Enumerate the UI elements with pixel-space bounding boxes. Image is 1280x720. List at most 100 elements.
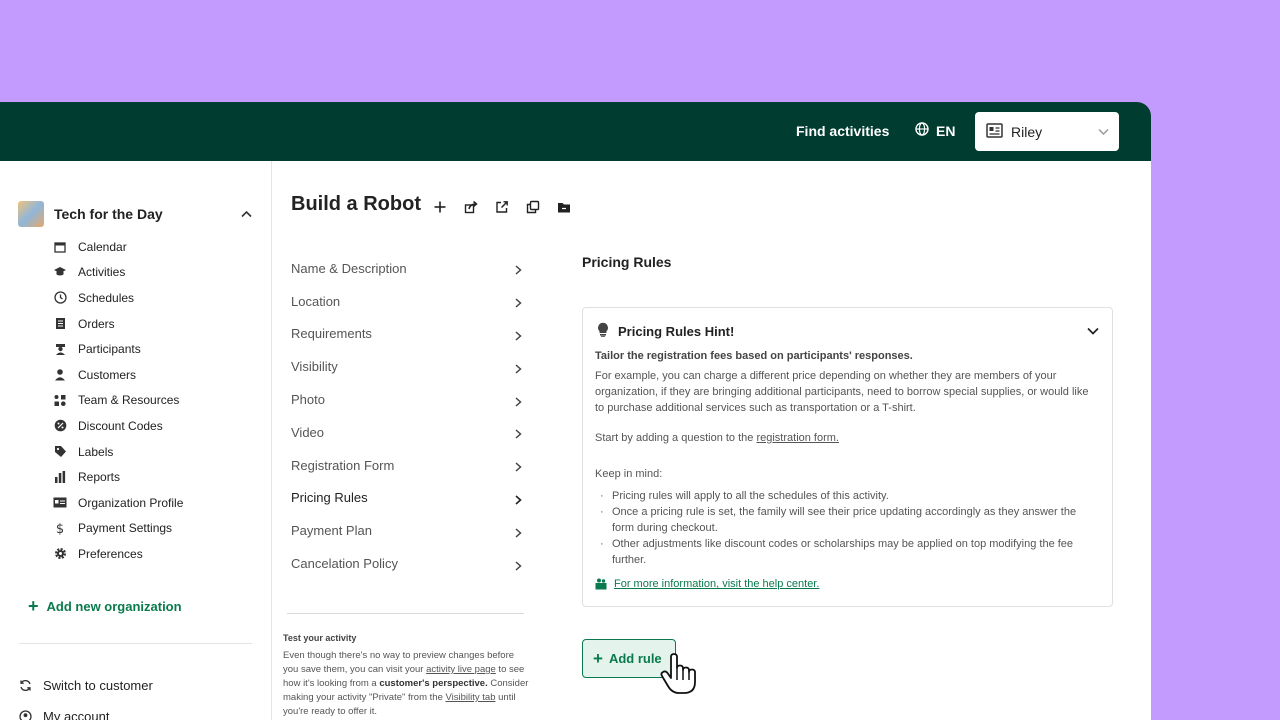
help-center-link[interactable]: For more information, visit the help cen… [595,578,819,590]
chevron-down-icon[interactable] [1086,324,1100,343]
test-text-bold: customer's perspective. [379,678,488,689]
chevron-right-icon [513,362,523,374]
section-label: Name & Description [291,260,407,276]
registration-form-link[interactable]: registration form. [756,432,839,444]
chevron-down-icon [1097,125,1110,141]
sidebar-item-orders[interactable]: Orders [53,311,183,337]
sidebar-item-organization-profile[interactable]: Organization Profile [53,490,183,516]
sidebar-divider [19,643,252,644]
id-card-icon [53,496,67,510]
hand-pointer-icon [659,653,699,695]
account-icon [19,710,33,720]
page-title: Build a Robot [291,193,421,215]
user-card-icon [986,122,1003,141]
section-label: Pricing Rules [291,490,368,506]
organization-logo [18,201,44,227]
bar-chart-icon [53,470,67,484]
section-label: Video [291,424,325,440]
section-photo[interactable]: Photo [291,383,523,416]
sidebar-item-label: Orders [78,316,115,331]
receipt-icon [53,317,67,331]
chevron-right-icon [513,493,523,505]
chevron-right-icon [513,526,523,538]
tag-icon [53,445,67,459]
chevron-right-icon [513,559,523,571]
person-icon [53,368,67,382]
section-cancelation-policy[interactable]: Cancelation Policy [291,547,523,580]
hint-paragraph: For example, you can charge a different … [595,370,1089,414]
chevron-up-icon[interactable] [240,208,253,226]
sidebar-item-label: Activities [78,265,126,280]
section-label: Location [291,293,341,309]
sidebar-item-activities[interactable]: Activities [53,260,183,286]
sidebar-item-schedules[interactable]: Schedules [53,285,183,311]
sidebar-item-team-resources[interactable]: Team & Resources [53,388,183,414]
activity-live-page-link[interactable]: activity live page [426,664,496,675]
help-center-icon [595,578,607,590]
discount-icon [53,419,67,433]
sidebar-item-payment-settings[interactable]: $ Payment Settings [53,516,183,542]
section-label: Visibility [291,359,338,375]
graduation-cap-icon [53,265,67,279]
sidebar-item-label: Preferences [78,546,143,561]
section-requirements[interactable]: Requirements [291,318,523,351]
chevron-right-icon [513,460,523,472]
share-icon[interactable] [463,199,479,215]
user-menu[interactable]: Riley [975,112,1119,151]
lightbulb-icon [597,322,609,340]
folder-icon[interactable] [556,199,572,215]
section-visibility[interactable]: Visibility [291,350,523,383]
sidebar-item-calendar[interactable]: Calendar [53,234,183,260]
app-window: Find activities EN Riley Tech for the Da… [0,102,1151,720]
title-actions [432,199,572,215]
find-activities-link[interactable]: Find activities [796,123,889,139]
chevron-right-icon [513,395,523,407]
plus-icon: + [593,648,603,668]
plus-icon: + [28,596,39,616]
sidebar-item-participants[interactable]: Participants [53,336,183,362]
list-item: Pricing rules will apply to all the sche… [600,488,1100,504]
section-label: Photo [291,392,325,408]
sidebar-item-preferences[interactable]: Preferences [53,541,183,567]
section-payment-plan[interactable]: Payment Plan [291,514,523,547]
section-location[interactable]: Location [291,285,523,318]
test-activity-text: Even though there's no way to preview ch… [283,649,529,719]
hint-title: Pricing Rules Hint! [618,323,735,339]
sidebar-item-customers[interactable]: Customers [53,362,183,388]
visibility-tab-link[interactable]: Visibility tab [446,692,496,703]
top-bar: Find activities EN Riley [0,102,1151,161]
sidebar: Tech for the Day Calendar Activities Sch… [0,161,272,720]
test-activity-title: Test your activity [283,633,357,643]
my-account-button[interactable]: My account [19,709,109,720]
hint-header: Pricing Rules Hint! [597,322,734,340]
copy-icon[interactable] [525,199,541,215]
refresh-icon [19,679,33,692]
dollar-icon: $ [53,521,67,535]
sidebar-item-label: Calendar [78,239,127,254]
language-selector[interactable]: EN [915,122,955,139]
sections-divider [287,613,524,614]
section-label: Registration Form [291,457,395,473]
add-organization-button[interactable]: + Add new organization [28,596,182,617]
switch-to-customer-button[interactable]: Switch to customer [19,678,153,693]
section-pricing-rules[interactable]: Pricing Rules [291,482,523,515]
calendar-icon [53,240,67,254]
section-name-description[interactable]: Name & Description [291,252,523,285]
sidebar-item-label: Organization Profile [78,495,184,510]
sidebar-item-discount-codes[interactable]: Discount Codes [53,413,183,439]
organization-header[interactable]: Tech for the Day [18,201,163,227]
sidebar-item-reports[interactable]: Reports [53,464,183,490]
activity-sections: Name & Description Location Requirements… [291,252,523,580]
external-link-icon[interactable] [494,199,510,215]
add-icon[interactable] [432,199,448,215]
hint-bullets: Pricing rules will apply to all the sche… [600,488,1100,568]
hint-keep-in-mind: Keep in mind: [595,468,663,480]
section-video[interactable]: Video [291,416,523,449]
sidebar-item-label: Team & Resources [78,393,180,408]
my-account-label: My account [43,709,110,720]
participant-icon [53,342,67,356]
sidebar-item-labels[interactable]: Labels [53,439,183,465]
section-registration-form[interactable]: Registration Form [291,449,523,482]
list-item: Once a pricing rule is set, the family w… [600,504,1100,536]
section-label: Requirements [291,326,372,342]
